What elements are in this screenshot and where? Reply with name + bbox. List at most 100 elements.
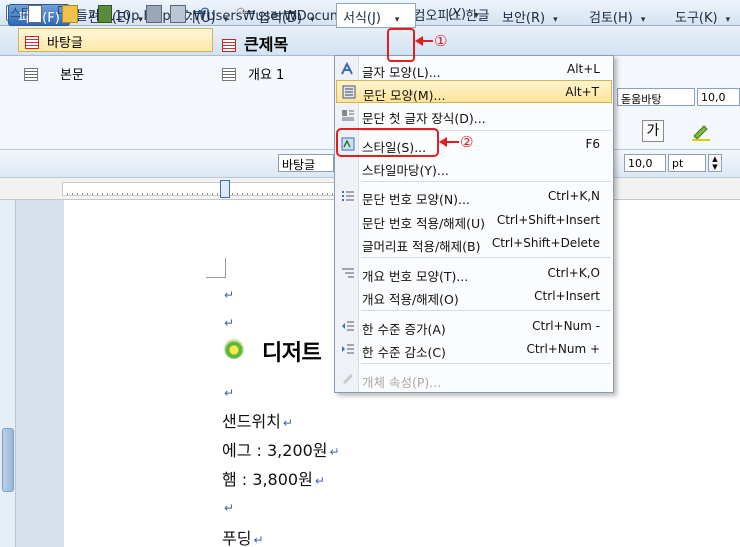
menu-item-bullet-toggle[interactable]: 글머리표 적용/해제(B) Ctrl+Shift+Delete (336, 232, 612, 255)
chevron-down-icon: ▾ (474, 11, 479, 21)
menu-item-label: 개체 속성(P)... (362, 375, 442, 390)
callout-1-label: ① (434, 32, 448, 50)
paragraph-mark-icon: ↵ (224, 501, 235, 515)
menu-item-style-gallery[interactable]: 스타일마당(Y)... (336, 156, 612, 179)
numbering-icon (341, 189, 355, 203)
menu-item-label: 문단 첫 글자 장식(D)... (362, 111, 486, 126)
style-icon (222, 39, 236, 52)
style-icon (24, 68, 38, 81)
menu-item-outline-toggle[interactable]: 개요 적용/해제(O) Ctrl+Insert (336, 285, 612, 308)
font-name-select[interactable]: 돋움바탕 (617, 88, 695, 106)
char-shape-icon (341, 61, 355, 76)
menu-page[interactable]: (Y) ▾ (448, 7, 479, 22)
ruler-scale[interactable] (62, 182, 340, 196)
menu-format[interactable]: 서식(J) ▾ (343, 7, 399, 26)
callout-2-label: ② (460, 133, 474, 151)
undo-icon[interactable]: ↶ (198, 5, 214, 23)
char-shape-button[interactable]: 가 (642, 120, 664, 142)
menu-format-label: 서식(J) (343, 11, 381, 26)
menu-item-label: 스타일마당(Y)... (362, 163, 449, 178)
menu-item-label: 문단 번호 모양(N)... (362, 192, 470, 207)
menu-insert[interactable]: 입력(D) ▾ (258, 7, 315, 26)
preview-icon[interactable] (170, 5, 186, 23)
menu-item-shortcut: F6 (585, 137, 600, 151)
menu-item-numbering-shape[interactable]: 문단 번호 모양(N)... Ctrl+K,N (336, 185, 612, 208)
menu-item-dropcap[interactable]: 문단 첫 글자 장식(D)... (336, 104, 612, 127)
menu-item-shortcut: Ctrl+Insert (534, 289, 600, 303)
spin-buttons[interactable]: ▲ ▼ (708, 154, 722, 172)
dropcap-icon (341, 108, 355, 122)
menu-item-para-shape[interactable]: 문단 모양(M)... Alt+T (336, 80, 612, 103)
menu-item-shortcut: Ctrl+Num + (526, 342, 600, 356)
style-item-bonmun[interactable]: 본문 (24, 64, 84, 88)
menu-item-label: 문단 번호 적용/해제(U) (362, 216, 486, 231)
callout-highlight-box (387, 28, 415, 62)
menu-separator (361, 257, 611, 258)
callout-arrow-line (445, 141, 459, 143)
menu-item-label: 개요 번호 모양(T)... (362, 269, 469, 284)
menu-item-shortcut: Ctrl+Shift+Insert (496, 213, 600, 227)
outline-number-icon (341, 266, 355, 280)
circle-bullet-icon (224, 339, 244, 359)
paragraph-mark-icon: ↵ (224, 288, 235, 302)
section-heading[interactable]: 디저트 (262, 335, 322, 367)
menu-item-shortcut: Ctrl+Shift+Delete (491, 236, 600, 250)
menu-item-shortcut: Alt+T (565, 85, 599, 99)
doc-line[interactable]: 에그 : 3,200원 ↵ (222, 437, 340, 461)
doc-line-text: 에그 : 3,200원 (222, 441, 328, 460)
highlighter-icon[interactable] (690, 120, 712, 142)
menu-tools[interactable]: 도구(K) ▾ (675, 7, 730, 26)
open-folder-icon[interactable] (62, 5, 78, 23)
margin-corner-mark (206, 258, 226, 278)
menu-item-numbering-toggle[interactable]: 문단 번호 적용/해제(U) Ctrl+Shift+Insert (336, 209, 612, 232)
menu-security[interactable]: 보안(R) ▾ (502, 7, 558, 26)
doc-line[interactable]: 샌드위치 ↵ (222, 408, 293, 432)
indent-marker[interactable] (220, 180, 230, 198)
unit-select[interactable]: pt (668, 154, 706, 172)
empty-paragraph[interactable]: ↵ (222, 382, 234, 401)
menu-item-shortcut: Alt+L (567, 62, 600, 76)
doc-line[interactable]: 햄 : 3,800원 ↵ (222, 466, 325, 490)
doc-line-text: 햄 : 3,800원 (222, 470, 313, 489)
new-doc-icon[interactable] (28, 5, 42, 23)
empty-paragraph[interactable]: ↵ (222, 312, 234, 331)
menu-item-level-down[interactable]: 한 수준 감소(C) Ctrl+Num + (336, 338, 612, 361)
style-item-batanggeul[interactable]: 바탕글 (18, 28, 213, 52)
menu-item-outline-number[interactable]: 개요 번호 모양(T)... Ctrl+K,O (336, 262, 612, 285)
menu-security-label: 보안(R) (502, 11, 546, 26)
paragraph-mark-icon: ↵ (224, 316, 235, 330)
paragraph-mark-icon: ↵ (282, 416, 293, 430)
redo-icon[interactable]: ↷ (236, 5, 252, 23)
style-icon (222, 68, 236, 81)
menu-review[interactable]: 검토(H) ▾ (589, 7, 645, 26)
scrollbar-thumb[interactable] (2, 428, 14, 492)
paragraph-mark-icon: ↵ (224, 386, 235, 400)
menu-edit[interactable]: 편집(E)▾ (88, 7, 143, 26)
menu-item-char-shape[interactable]: 글자 모양(L)... Alt+L (336, 58, 612, 81)
style-combo[interactable]: 바탕글 (278, 154, 334, 172)
page-margin-area (16, 200, 64, 547)
level-up-icon (341, 319, 355, 333)
style-icon (25, 36, 39, 49)
empty-paragraph[interactable]: ↵ (222, 284, 234, 303)
menu-item-label: 개요 적용/해제(O) (362, 292, 459, 307)
callout-arrow-line (421, 40, 433, 42)
style-item-gaeyo1[interactable]: 개요 1 (222, 64, 284, 88)
line-spacing-input[interactable]: 10,0 (624, 154, 666, 172)
menu-item-label: 글머리표 적용/해제(B) (362, 239, 481, 254)
chevron-down-icon: ▾ (640, 15, 646, 25)
font-size-select[interactable]: 10,0 (697, 88, 740, 106)
print-icon[interactable] (146, 5, 162, 23)
para-shape-icon (342, 85, 356, 99)
callout-highlight-box (336, 128, 439, 157)
chevron-down-icon: ▾ (725, 15, 731, 25)
menu-review-label: 검토(H) (589, 11, 633, 26)
menu-item-label: 한 수준 증가(A) (362, 322, 446, 337)
doc-line[interactable]: 푸딩 ↵ (222, 525, 264, 547)
style-item-keunjemok[interactable]: 큰제목 (222, 31, 288, 55)
empty-paragraph[interactable]: ↵ (222, 497, 234, 516)
chevron-down-icon[interactable]: ▾ (395, 15, 400, 25)
save-icon[interactable] (98, 5, 112, 23)
menu-item-level-up[interactable]: 한 수준 증가(A) Ctrl+Num - (336, 315, 612, 338)
vertical-scrollbar[interactable] (0, 200, 16, 547)
